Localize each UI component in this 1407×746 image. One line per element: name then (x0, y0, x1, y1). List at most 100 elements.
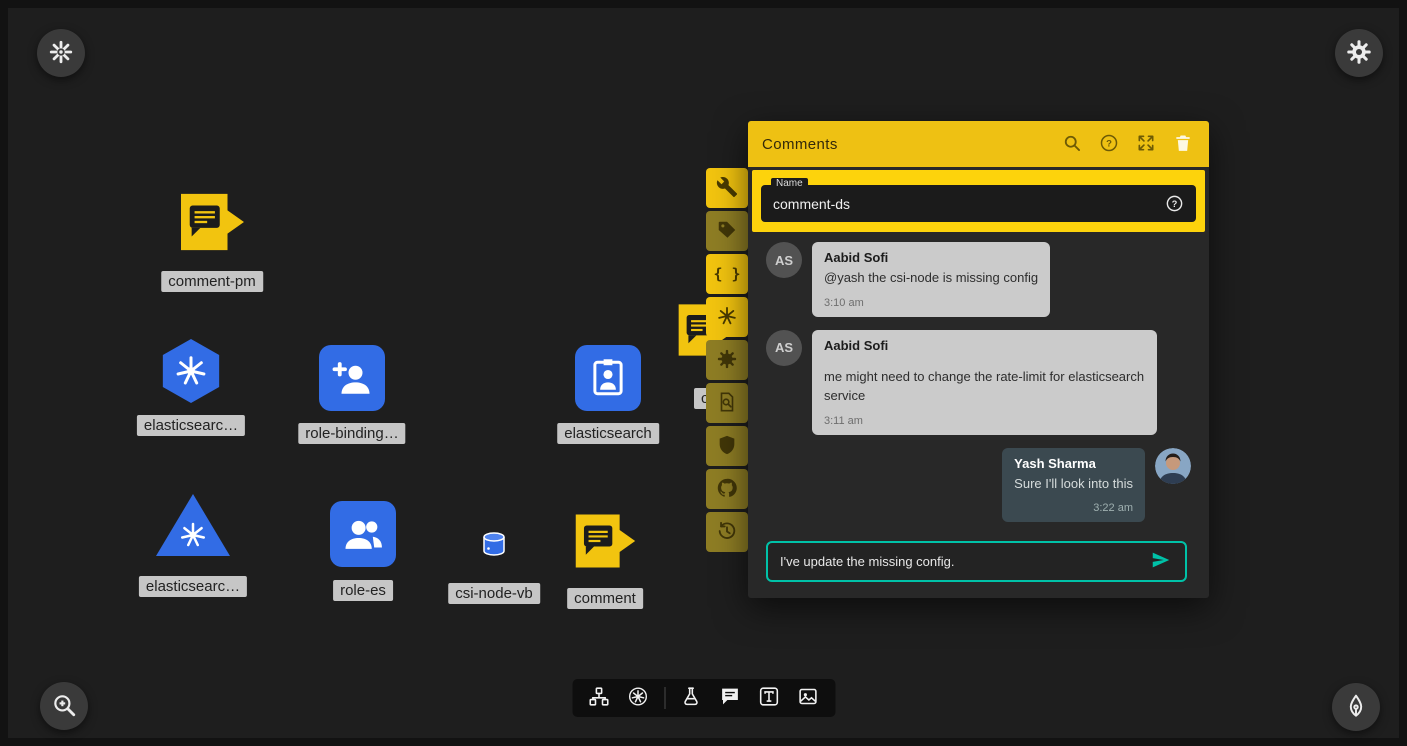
node-label: elasticsearc… (139, 576, 247, 597)
send-icon (1150, 549, 1172, 574)
configure-button[interactable] (706, 168, 748, 208)
json-config-button[interactable]: { } (706, 254, 748, 294)
avatar-initials: AS (766, 242, 802, 278)
media-icon (798, 686, 819, 710)
pen-tool-button[interactable] (1332, 683, 1380, 731)
node-comment-pm[interactable]: comment-pm (178, 191, 246, 253)
node-elasticsearc-hexagon[interactable]: elasticsearc… (159, 339, 223, 403)
topology-icon (589, 686, 610, 710)
node-context-toolbar: { } (706, 168, 748, 552)
svg-text:?: ? (1106, 138, 1112, 149)
node-label: elasticsearc… (137, 415, 245, 436)
node-elasticsearc-triangle[interactable]: elasticsearc… (156, 494, 230, 556)
comments-panel-header: Comments ? (748, 121, 1209, 167)
comments-panel: Comments ? Name ? AS Aabid Sofi @yash th… (748, 121, 1209, 598)
name-field-label: Name (771, 178, 808, 189)
name-input[interactable] (773, 196, 1157, 212)
inspect-doc-icon (716, 391, 738, 416)
comment-tool-button[interactable] (717, 685, 743, 711)
send-button[interactable] (1147, 548, 1175, 576)
kubernetes-button[interactable] (706, 297, 748, 337)
braces-icon: { } (713, 265, 740, 283)
kubernetes-triangle-icon (156, 494, 230, 556)
node-label: comment-pm (161, 271, 263, 292)
message-author: Aabid Sofi (824, 250, 1038, 265)
message-author: Yash Sharma (1014, 456, 1133, 471)
comments-thread[interactable]: AS Aabid Sofi @yash the csi-node is miss… (748, 232, 1209, 535)
message-text: Sure I'll look into this (1014, 474, 1133, 494)
node-role-es[interactable]: role-es (330, 501, 396, 567)
node-label: elasticsearch (557, 423, 659, 444)
github-icon (716, 477, 738, 502)
media-tool-button[interactable] (795, 685, 821, 711)
comment-node-icon (573, 511, 637, 571)
zoom-in-icon (51, 692, 77, 721)
flask-icon (681, 686, 702, 710)
history-icon (716, 520, 738, 545)
service-account-icon (575, 345, 641, 411)
github-button[interactable] (706, 469, 748, 509)
kubernetes-icon (628, 686, 649, 710)
pen-nib-icon (1343, 693, 1369, 722)
role-binding-icon (319, 345, 385, 411)
flask-tool-button[interactable] (678, 685, 704, 711)
kubernetes-hexagon-icon (159, 339, 223, 403)
security-button[interactable] (706, 426, 748, 466)
message-time: 3:11 am (824, 415, 1145, 427)
comment-message: Yash Sharma Sure I'll look into this 3:2… (766, 448, 1195, 523)
settings-button[interactable] (1335, 29, 1383, 77)
node-csi-node-vb[interactable]: csi-node-vb (480, 530, 508, 563)
storage-cylinder-icon (480, 530, 508, 558)
canvas[interactable]: comment-pm elasticsearc… role-binding… e… (8, 8, 1399, 738)
gear-icon (716, 348, 738, 373)
inspect-button[interactable] (706, 383, 748, 423)
avatar-initials: AS (766, 330, 802, 366)
node-label: csi-node-vb (448, 583, 540, 604)
tag-icon (716, 219, 738, 244)
node-elasticsearch[interactable]: elasticsearch (575, 345, 641, 411)
avatar-photo (1155, 448, 1191, 484)
message-text: @yash the csi-node is missing config (824, 268, 1038, 288)
topology-tool-button[interactable] (586, 685, 612, 711)
node-label: comment (567, 588, 643, 609)
kubernetes-tool-button[interactable] (625, 685, 651, 711)
kubernetes-asterisk-icon (48, 39, 74, 68)
delete-button[interactable] (1171, 132, 1195, 156)
shield-icon (716, 434, 738, 459)
message-bubble: Aabid Sofi @yash the csi-node is missing… (812, 242, 1050, 317)
wrench-icon (716, 176, 738, 201)
delete-icon (1173, 133, 1193, 156)
label-button[interactable] (706, 211, 748, 251)
svg-text:?: ? (1172, 199, 1178, 209)
message-bubble: Aabid Sofi me might need to change the r… (812, 330, 1157, 435)
kubernetes-icon (716, 305, 738, 330)
comment-composer (766, 541, 1187, 582)
message-bubble: Yash Sharma Sure I'll look into this 3:2… (1002, 448, 1145, 523)
comment-node-icon (178, 191, 246, 253)
node-role-binding[interactable]: role-binding… (319, 345, 385, 411)
expand-button[interactable] (1134, 132, 1158, 156)
field-help-icon[interactable]: ? (1165, 194, 1184, 213)
app-logo-button[interactable] (37, 29, 85, 77)
comment-message: AS Aabid Sofi @yash the csi-node is miss… (766, 242, 1195, 317)
message-author: Aabid Sofi (824, 338, 1145, 353)
bottom-toolbar (572, 679, 835, 717)
zoom-button[interactable] (40, 682, 88, 730)
role-icon (330, 501, 396, 567)
message-time: 3:22 am (1014, 502, 1133, 514)
panel-title: Comments (762, 136, 838, 153)
message-text: me might need to change the rate-limit f… (824, 367, 1145, 406)
text-tool-icon (759, 686, 780, 710)
history-button[interactable] (706, 512, 748, 552)
expand-icon (1136, 133, 1156, 156)
node-comment[interactable]: comment (573, 511, 637, 571)
comment-input[interactable] (780, 554, 1147, 569)
search-button[interactable] (1060, 132, 1084, 156)
message-time: 3:10 am (824, 297, 1038, 309)
settings-gear-icon (1346, 39, 1372, 68)
settings-node-button[interactable] (706, 340, 748, 380)
help-button[interactable]: ? (1097, 132, 1121, 156)
node-label: role-es (333, 580, 393, 601)
help-icon: ? (1099, 133, 1119, 156)
text-tool-button[interactable] (756, 685, 782, 711)
